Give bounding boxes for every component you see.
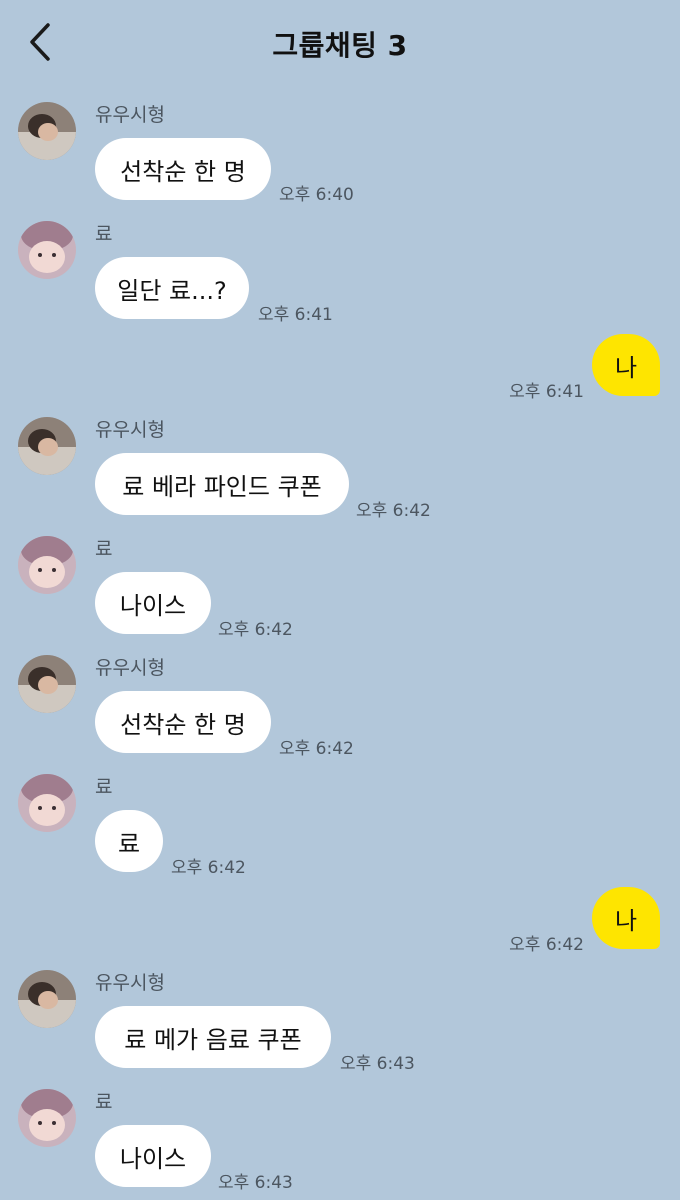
message-time: 오후 6:42 (218, 620, 293, 640)
sender-name: 유우시형 (95, 419, 165, 441)
message-bubble[interactable]: 나이스 (95, 1125, 211, 1187)
avatar-yoo[interactable] (18, 417, 76, 475)
chat-header: 그룹채팅 3 (0, 0, 680, 86)
message-time: 오후 6:41 (258, 305, 333, 325)
sender-name: 료 (95, 776, 113, 798)
message-bubble[interactable]: 료 (95, 810, 163, 872)
avatar-yoo[interactable] (18, 655, 76, 713)
sender-name: 료 (95, 223, 113, 245)
my-message-bubble[interactable]: 나 (592, 887, 660, 949)
chat-title: 그룹채팅 3 (272, 29, 408, 62)
message-time: 오후 6:42 (279, 739, 354, 759)
message-bubble[interactable]: 선착순 한 명 (95, 138, 271, 200)
message-time: 오후 6:42 (171, 858, 246, 878)
avatar-ryo[interactable] (18, 774, 76, 832)
message-time: 오후 6:42 (509, 935, 584, 955)
message-bubble[interactable]: 료 메가 음료 쿠폰 (95, 1006, 331, 1068)
message-bubble[interactable]: 일단 료...? (95, 257, 249, 319)
avatar-ryo[interactable] (18, 536, 76, 594)
message-time: 오후 6:43 (218, 1173, 293, 1193)
sender-name: 유우시형 (95, 104, 165, 126)
avatar-yoo[interactable] (18, 970, 76, 1028)
sender-name: 료 (95, 1091, 113, 1113)
avatar-ryo[interactable] (18, 1089, 76, 1147)
message-time: 오후 6:40 (279, 185, 354, 205)
message-bubble[interactable]: 나이스 (95, 572, 211, 634)
message-time: 오후 6:42 (356, 501, 431, 521)
sender-name: 유우시형 (95, 972, 165, 994)
message-time: 오후 6:41 (509, 382, 584, 402)
message-bubble[interactable]: 선착순 한 명 (95, 691, 271, 753)
my-message-bubble[interactable]: 나 (592, 334, 660, 396)
sender-name: 료 (95, 538, 113, 560)
avatar-ryo[interactable] (18, 221, 76, 279)
avatar-yoo[interactable] (18, 102, 76, 160)
sender-name: 유우시형 (95, 657, 165, 679)
message-time: 오후 6:43 (340, 1054, 415, 1074)
message-bubble[interactable]: 료 베라 파인드 쿠폰 (95, 453, 349, 515)
